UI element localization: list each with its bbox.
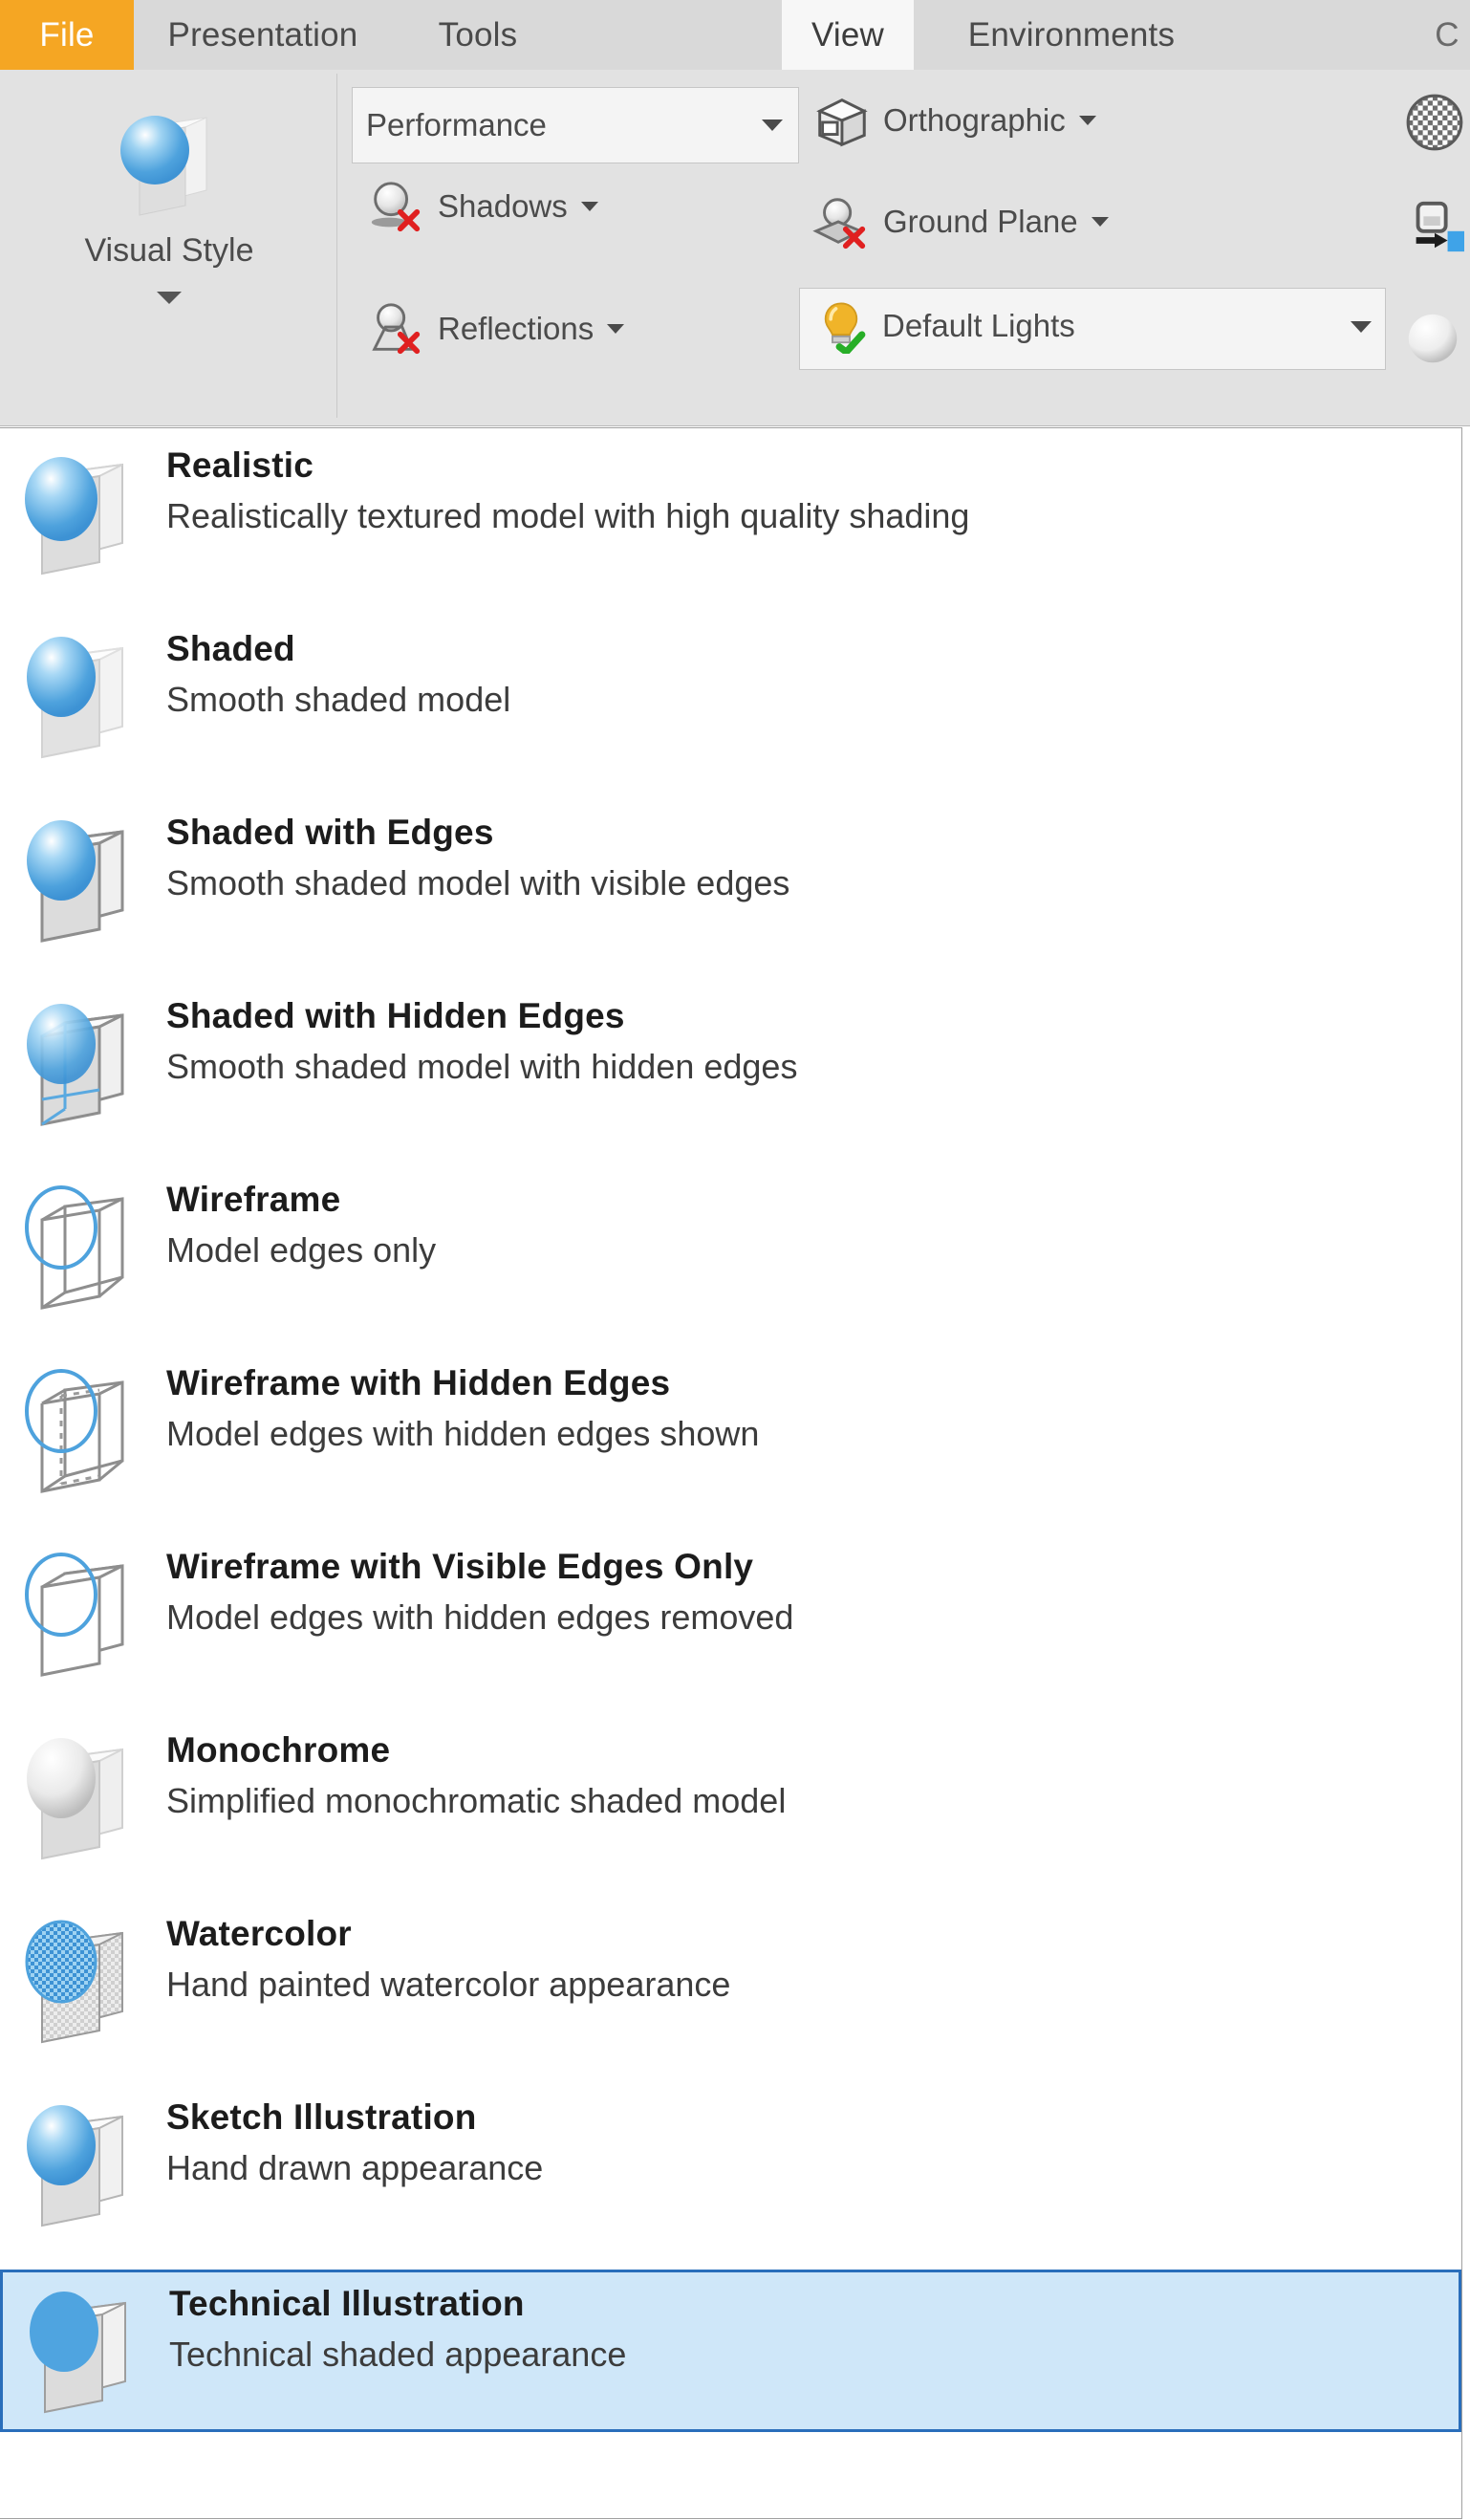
projection-label: Orthographic <box>883 102 1066 138</box>
wireframe-hidden-edges-style-icon <box>15 1361 159 1505</box>
menu-tab-file-label: File <box>39 15 95 54</box>
visual-style-dropdown[interactable]: Realistic Realistically textured model w… <box>0 427 1462 2519</box>
default-lights-row[interactable]: Default Lights <box>813 298 1075 354</box>
wireframe-style-icon <box>15 1178 159 1321</box>
chevron-down-icon[interactable] <box>607 324 625 334</box>
monochrome-style-icon <box>15 1728 159 1872</box>
sphere-cube-icon <box>111 98 233 221</box>
realistic-style-icon <box>15 444 159 587</box>
visual-style-item-wireframe-with-hidden-edges[interactable]: Wireframe with Hidden Edges Model edges … <box>0 1352 1461 1514</box>
item-description: Model edges with hidden edges shown <box>166 1413 760 1453</box>
display-quality-combo[interactable]: Performance <box>352 87 799 163</box>
item-description: Model edges with hidden edges removed <box>166 1597 794 1637</box>
visual-style-item-realistic[interactable]: Realistic Realistically textured model w… <box>0 434 1461 597</box>
ribbon-toolbar: Visual Style Performance Shadows Reflect… <box>0 70 1470 426</box>
item-title: Wireframe with Visible Edges Only <box>166 1547 754 1586</box>
visual-style-item-shaded-with-edges[interactable]: Shaded with Edges Smooth shaded model wi… <box>0 801 1461 964</box>
menu-tab-overflow-label: C <box>1435 15 1459 54</box>
technical-illustration-style-icon <box>18 2282 162 2425</box>
default-lights-label: Default Lights <box>882 308 1075 343</box>
visual-style-label: Visual Style <box>84 232 254 269</box>
menu-tab-environments-label: Environments <box>967 15 1176 54</box>
item-title: Shaded <box>166 629 295 668</box>
item-title: Wireframe <box>166 1180 341 1219</box>
menu-tab-file[interactable]: File <box>0 0 134 70</box>
orthographic-cube-icon <box>811 91 870 150</box>
chevron-down-icon[interactable] <box>580 202 598 211</box>
visual-style-item-shaded-with-hidden-edges[interactable]: Shaded with Hidden Edges Smooth shaded m… <box>0 985 1461 1147</box>
item-title: Technical Illustration <box>169 2284 525 2323</box>
menu-tab-tools-label: Tools <box>438 15 518 54</box>
item-description: Model edges only <box>166 1229 437 1270</box>
menu-bar: File Presentation Tools View Environment… <box>0 0 1470 70</box>
item-title: Sketch Illustration <box>166 2097 477 2137</box>
item-description: Hand drawn appearance <box>166 2147 544 2187</box>
item-description: Hand painted watercolor appearance <box>166 1964 731 2004</box>
menu-tab-view-label: View <box>811 15 885 54</box>
shadows-button[interactable]: Shadows <box>365 177 598 236</box>
visual-style-item-monochrome[interactable]: Monochrome Simplified monochromatic shad… <box>0 1719 1461 1881</box>
local-light-icon[interactable] <box>1405 196 1464 255</box>
item-title: Shaded with Edges <box>166 813 494 852</box>
chevron-down-icon[interactable] <box>1091 217 1109 227</box>
reflections-off-icon <box>365 299 424 358</box>
shadows-label: Shadows <box>438 188 568 224</box>
ground-plane-button[interactable]: Ground Plane <box>811 192 1109 251</box>
visual-style-button[interactable]: Visual Style <box>8 79 331 416</box>
item-title: Wireframe with Hidden Edges <box>166 1363 671 1402</box>
wireframe-visible-edges-style-icon <box>15 1545 159 1688</box>
default-lights-combo[interactable]: Default Lights <box>799 288 1386 370</box>
lightbulb-on-icon <box>813 298 869 354</box>
visual-style-item-shaded[interactable]: Shaded Smooth shaded model <box>0 618 1461 780</box>
item-description: Technical shaded appearance <box>169 2334 627 2374</box>
sketch-illustration-style-icon <box>15 2096 159 2239</box>
reflections-button[interactable]: Reflections <box>365 299 625 358</box>
item-description: Smooth shaded model with visible edges <box>166 862 790 902</box>
ground-plane-off-icon <box>811 192 870 251</box>
item-title: Realistic <box>166 445 313 485</box>
item-title: Watercolor <box>166 1914 352 1953</box>
chevron-down-icon[interactable] <box>1351 321 1372 333</box>
item-title: Shaded with Hidden Edges <box>166 996 625 1035</box>
shaded-hidden-edges-style-icon <box>15 994 159 1138</box>
item-description: Smooth shaded model <box>166 679 511 719</box>
item-description: Smooth shaded model with hidden edges <box>166 1046 798 1086</box>
chevron-down-icon[interactable] <box>157 292 182 304</box>
item-description: Realistically textured model with high q… <box>166 495 970 535</box>
visual-style-group: Visual Style <box>0 74 337 418</box>
menu-tab-presentation-label: Presentation <box>167 15 358 54</box>
ground-plane-label: Ground Plane <box>883 204 1078 239</box>
visual-style-item-wireframe-with-visible-edges-only[interactable]: Wireframe with Visible Edges Only Model … <box>0 1535 1461 1698</box>
material-sphere-icon[interactable] <box>1403 311 1462 370</box>
chevron-down-icon[interactable] <box>1078 116 1096 125</box>
watercolor-style-icon <box>15 1912 159 2055</box>
reflections-label: Reflections <box>438 311 594 346</box>
visual-style-item-wireframe[interactable]: Wireframe Model edges only <box>0 1168 1461 1331</box>
menu-tab-presentation[interactable]: Presentation <box>134 0 392 70</box>
item-title: Monochrome <box>166 1730 391 1770</box>
display-quality-value: Performance <box>366 107 547 142</box>
menu-tab-environments[interactable]: Environments <box>914 0 1229 70</box>
texture-globe-icon[interactable] <box>1403 91 1466 154</box>
menu-tab-overflow[interactable]: C <box>1424 0 1470 70</box>
projection-button[interactable]: Orthographic <box>811 91 1096 150</box>
shadows-off-icon <box>365 177 424 236</box>
visual-style-item-sketch-illustration[interactable]: Sketch Illustration Hand drawn appearanc… <box>0 2086 1461 2248</box>
shaded-edges-style-icon <box>15 811 159 954</box>
menu-tab-tools[interactable]: Tools <box>392 0 564 70</box>
menu-tab-view[interactable]: View <box>782 0 914 70</box>
item-description: Simplified monochromatic shaded model <box>166 1780 787 1820</box>
shaded-style-icon <box>15 627 159 771</box>
chevron-down-icon[interactable] <box>762 119 783 131</box>
visual-style-item-watercolor[interactable]: Watercolor Hand painted watercolor appea… <box>0 1902 1461 2065</box>
visual-style-item-technical-illustration[interactable]: Technical Illustration Technical shaded … <box>0 2270 1461 2432</box>
